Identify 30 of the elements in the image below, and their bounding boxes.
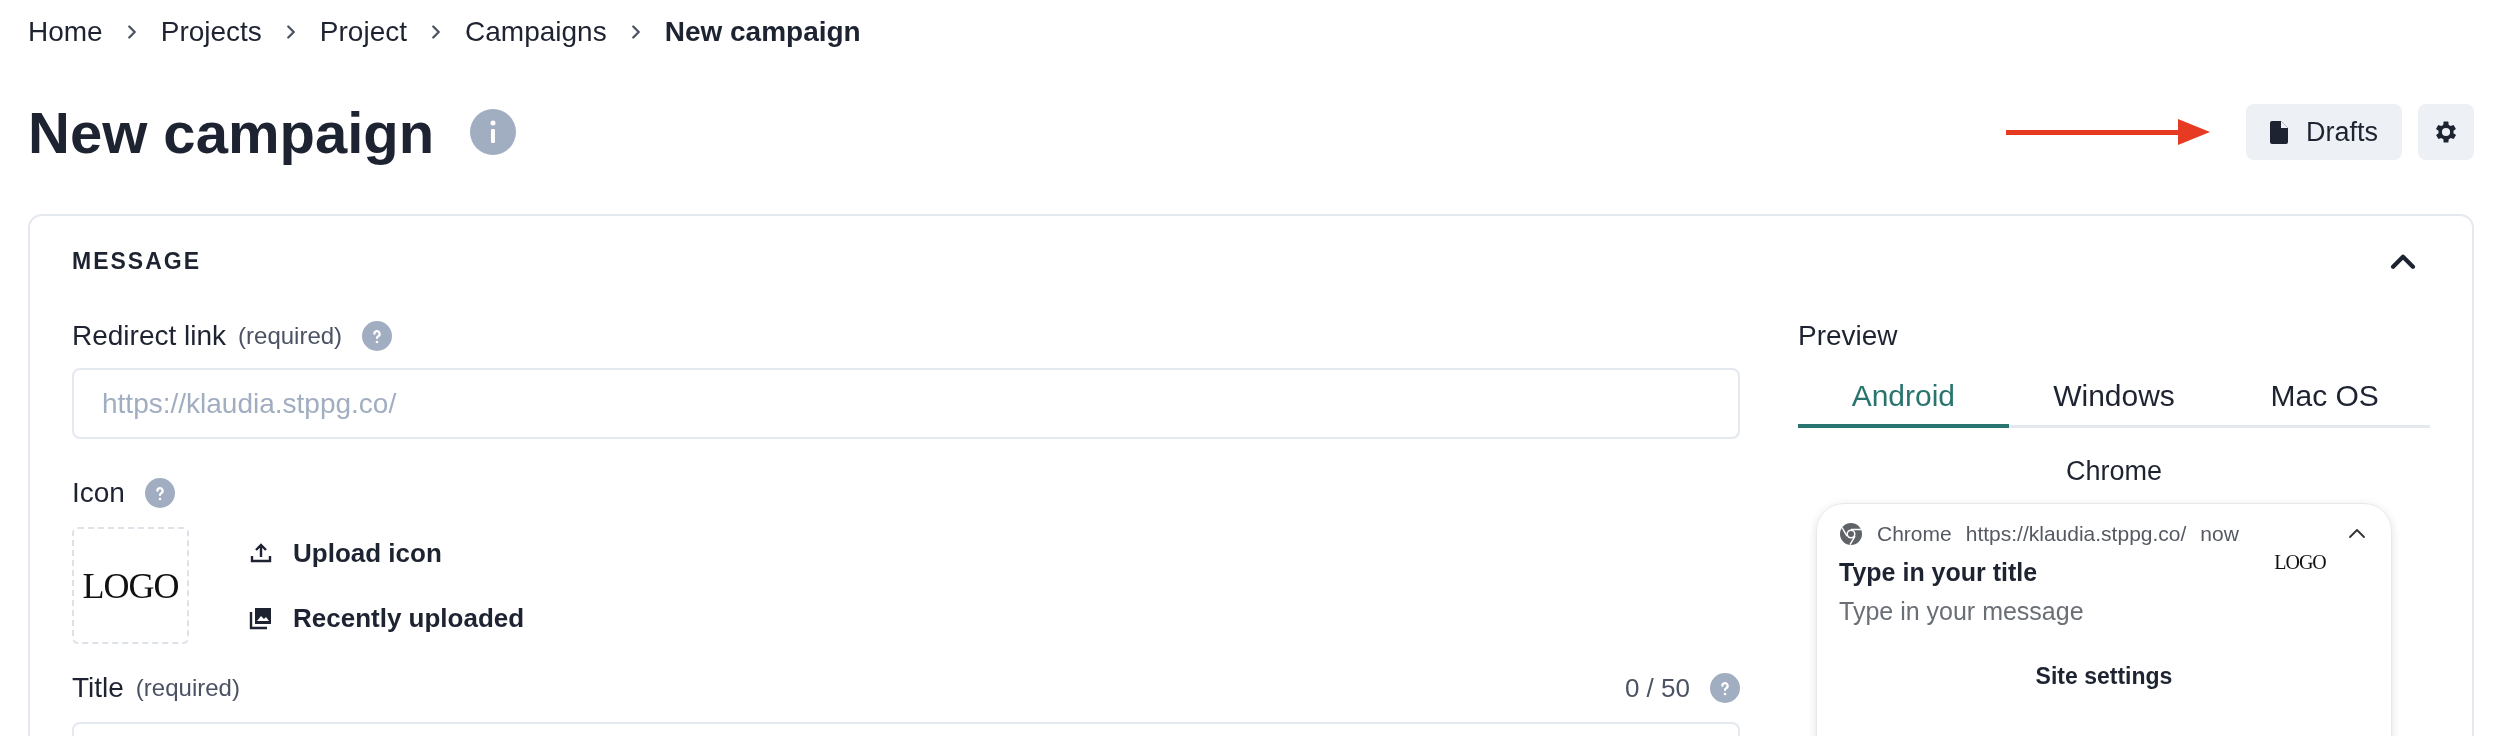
platform-tab[interactable]: Android	[1798, 368, 2009, 428]
logo-text: LOGO	[82, 564, 179, 607]
browser-label: Chrome	[2066, 456, 2162, 487]
breadcrumb-link[interactable]: Home	[28, 16, 103, 48]
platform-tab[interactable]: Windows	[2008, 368, 2220, 428]
breadcrumb-current: New campaign	[664, 16, 861, 48]
character-counter: 0 / 50	[1624, 672, 1690, 704]
field-label: Title	[72, 672, 124, 704]
section-title: MESSAGE	[72, 247, 202, 275]
app-name: Chrome	[1877, 522, 1952, 546]
required-note: (required)	[238, 322, 343, 350]
logo-text: LOGO	[2274, 550, 2326, 574]
notification-url: https://klaudia.stppg.co/	[1965, 522, 2187, 546]
site-settings-button[interactable]: Site settings	[2029, 662, 2179, 691]
drafts-button[interactable]: Drafts	[2246, 104, 2402, 160]
notification-title: Type in your title	[1839, 558, 2039, 587]
notification-time: now	[2200, 522, 2239, 546]
upload-icon-button[interactable]: Upload icon	[249, 537, 525, 569]
field-label: Icon	[72, 477, 125, 509]
platform-tab[interactable]: Mac OS	[2219, 368, 2430, 428]
required-note: (required)	[135, 674, 240, 702]
redirect-link-field[interactable]: https://klaudia.stppg.co/	[72, 368, 1740, 439]
breadcrumb-link[interactable]: Project	[319, 16, 407, 48]
breadcrumb-link[interactable]: Campaigns	[465, 16, 607, 48]
field-label: Redirect link	[72, 320, 227, 352]
recently-uploaded-button[interactable]: Recently uploaded	[249, 602, 525, 634]
breadcrumb-link[interactable]: Projects	[160, 16, 262, 48]
preview-label: Preview	[1798, 320, 1898, 352]
page-title: New campaign	[28, 98, 435, 166]
notification-message: Type in your message	[1839, 597, 2085, 626]
